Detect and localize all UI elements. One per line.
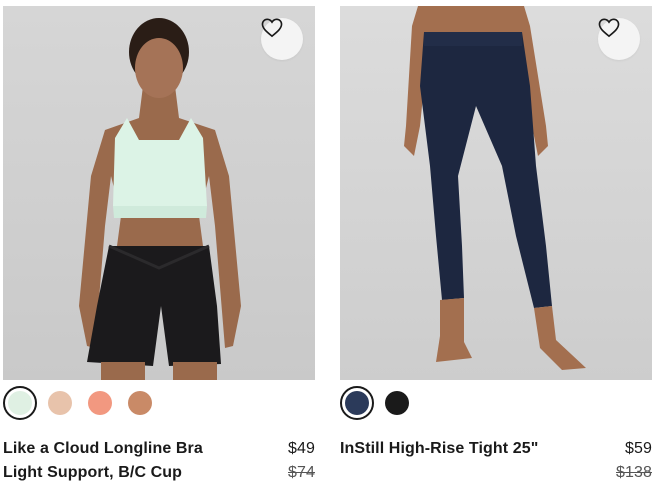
swatch-color	[88, 391, 112, 415]
swatch-color	[48, 391, 72, 415]
color-swatch[interactable]	[43, 386, 77, 420]
product-name[interactable]: Like a Cloud Longline Bra	[3, 440, 203, 458]
color-swatches	[340, 386, 414, 420]
color-swatch-selected[interactable]	[3, 386, 37, 420]
product-image[interactable]	[3, 6, 315, 380]
swatch-color	[8, 391, 32, 415]
color-swatch[interactable]	[380, 386, 414, 420]
product-name[interactable]: InStill High-Rise Tight 25"	[340, 440, 538, 458]
sale-price: $59	[625, 440, 652, 457]
sale-price: $49	[288, 440, 315, 457]
original-price: $138	[616, 464, 652, 481]
color-swatch[interactable]	[123, 386, 157, 420]
product-card[interactable]: Like a Cloud Longline Bra $49 Light Supp…	[3, 0, 315, 481]
original-price: $74	[288, 464, 315, 481]
swatch-color	[128, 391, 152, 415]
product-subtitle[interactable]: Light Support, B/C Cup	[3, 464, 182, 482]
favorite-button[interactable]	[261, 18, 303, 60]
color-swatch-selected[interactable]	[340, 386, 374, 420]
color-swatches	[3, 386, 157, 420]
color-swatch[interactable]	[83, 386, 117, 420]
product-card[interactable]: InStill High-Rise Tight 25" $59 $138	[340, 0, 652, 481]
favorite-button[interactable]	[598, 18, 640, 60]
swatch-color	[385, 391, 409, 415]
product-image[interactable]	[340, 6, 652, 380]
swatch-color	[345, 391, 369, 415]
